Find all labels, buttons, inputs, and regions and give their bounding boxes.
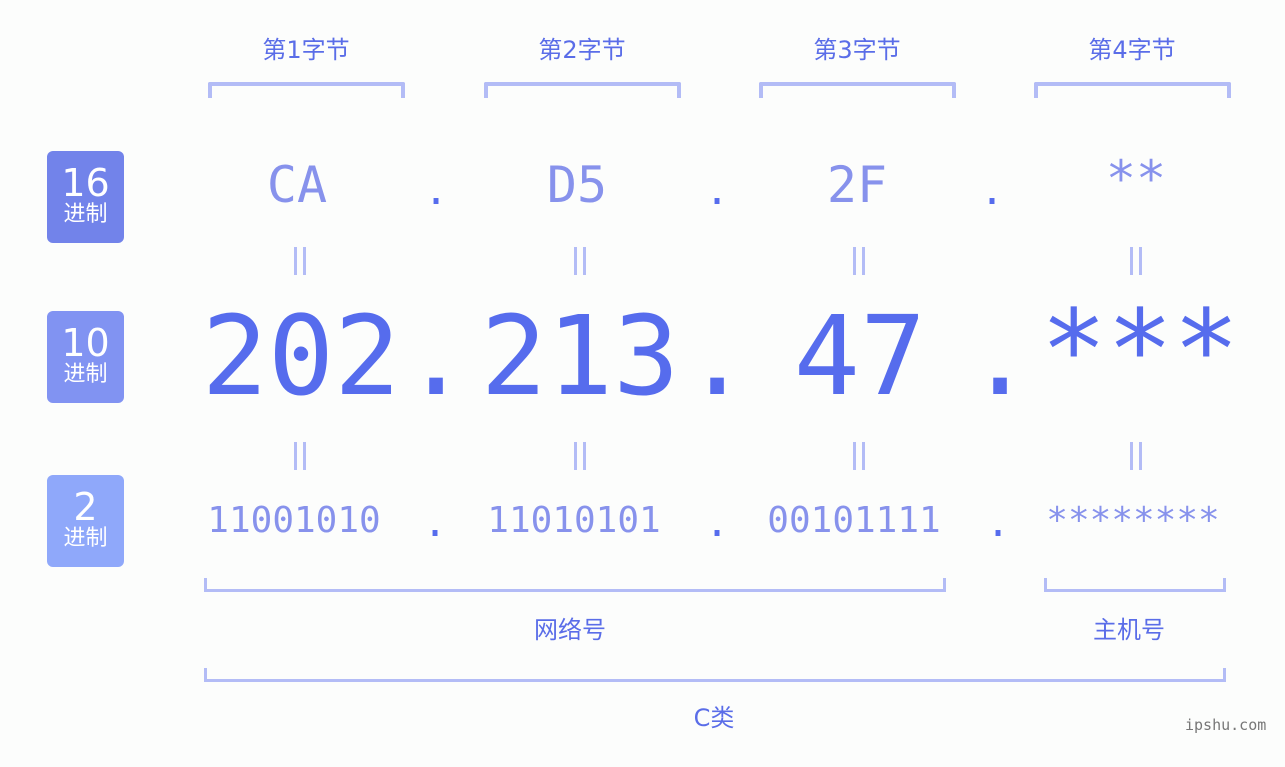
- equals-icon: [290, 442, 310, 472]
- network-bracket: [204, 578, 946, 592]
- host-bracket: [1044, 578, 1226, 592]
- badge-hex-unit: 进制: [63, 202, 108, 227]
- decimal-separator-2: .: [684, 292, 751, 420]
- hex-separator-3: .: [979, 168, 1005, 214]
- binary-byte-2: 11010101: [487, 500, 661, 541]
- decimal-byte-4: ***: [1040, 286, 1240, 414]
- badge-binary: 2 进制: [47, 475, 124, 567]
- class-bracket: [204, 668, 1226, 682]
- byte-bracket-1: [208, 82, 405, 98]
- byte-header-3: 第3字节: [813, 36, 901, 64]
- hex-separator-2: .: [704, 168, 730, 214]
- host-label: 主机号: [1093, 616, 1165, 644]
- equals-icon: [1126, 442, 1146, 472]
- equals-icon: [1126, 247, 1146, 277]
- binary-byte-3: 00101111: [767, 500, 941, 541]
- badge-decimal-unit: 进制: [63, 362, 108, 387]
- binary-byte-1: 11001010: [207, 500, 381, 541]
- byte-header-1: 第1字节: [262, 36, 350, 64]
- binary-byte-4: ********: [1046, 500, 1220, 541]
- equals-icon: [849, 247, 869, 277]
- badge-hex-number: 16: [61, 161, 110, 205]
- equals-icon: [849, 442, 869, 472]
- class-label: C类: [693, 704, 735, 732]
- hex-byte-3: 2F: [826, 156, 888, 214]
- watermark: ipshu.com: [1185, 716, 1267, 734]
- hex-byte-2: D5: [546, 156, 608, 214]
- decimal-byte-1: 202: [201, 292, 401, 420]
- network-label: 网络号: [534, 616, 606, 644]
- binary-separator-2: .: [704, 500, 730, 546]
- decimal-byte-3: 47: [793, 292, 927, 420]
- equals-icon: [570, 442, 590, 472]
- binary-separator-1: .: [422, 500, 448, 546]
- badge-decimal-number: 10: [61, 321, 110, 365]
- hex-byte-4: **: [1105, 150, 1167, 208]
- byte-header-4: 第4字节: [1088, 36, 1176, 64]
- hex-byte-1: CA: [266, 156, 328, 214]
- badge-hex: 16 进制: [47, 151, 124, 243]
- binary-separator-3: .: [985, 500, 1011, 546]
- badge-binary-number: 2: [73, 485, 98, 529]
- decimal-byte-2: 213: [480, 292, 680, 420]
- byte-bracket-4: [1034, 82, 1231, 98]
- badge-decimal: 10 进制: [47, 311, 124, 403]
- byte-header-2: 第2字节: [538, 36, 626, 64]
- badge-binary-unit: 进制: [63, 526, 108, 551]
- equals-icon: [290, 247, 310, 277]
- decimal-separator-1: .: [403, 292, 470, 420]
- byte-bracket-2: [484, 82, 681, 98]
- equals-icon: [570, 247, 590, 277]
- decimal-separator-3: .: [967, 292, 1034, 420]
- hex-separator-1: .: [423, 168, 449, 214]
- byte-bracket-3: [759, 82, 956, 98]
